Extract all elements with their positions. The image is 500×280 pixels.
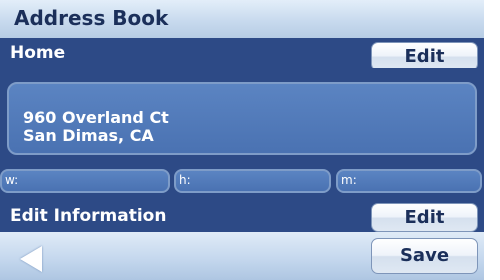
address-book-screen: Address Book Home Edit 960 Overland Ct S…: [0, 0, 500, 280]
back-arrow-icon[interactable]: [20, 246, 42, 272]
work-phone-label: w:: [5, 173, 19, 187]
address-line-2: San Dimas, CA: [23, 126, 154, 145]
address-line-1: 960 Overland Ct: [23, 108, 169, 127]
save-button[interactable]: Save: [371, 238, 478, 274]
page-title: Address Book: [14, 6, 169, 30]
title-bar: Address Book: [0, 0, 484, 38]
mobile-phone-field[interactable]: m:: [336, 169, 482, 193]
home-phone-label: h:: [179, 173, 191, 187]
home-label: Home: [10, 43, 66, 63]
home-address-panel: 960 Overland Ct San Dimas, CA: [0, 68, 484, 166]
edit-information-label: Edit Information: [10, 206, 167, 226]
edit-information-button[interactable]: Edit: [371, 203, 478, 232]
address-field[interactable]: 960 Overland Ct San Dimas, CA: [7, 82, 477, 155]
edit-home-button[interactable]: Edit: [371, 42, 478, 71]
phone-row: w: h: m:: [0, 166, 484, 200]
work-phone-field[interactable]: w:: [0, 169, 170, 193]
mobile-phone-label: m:: [341, 173, 357, 187]
home-phone-field[interactable]: h:: [174, 169, 331, 193]
